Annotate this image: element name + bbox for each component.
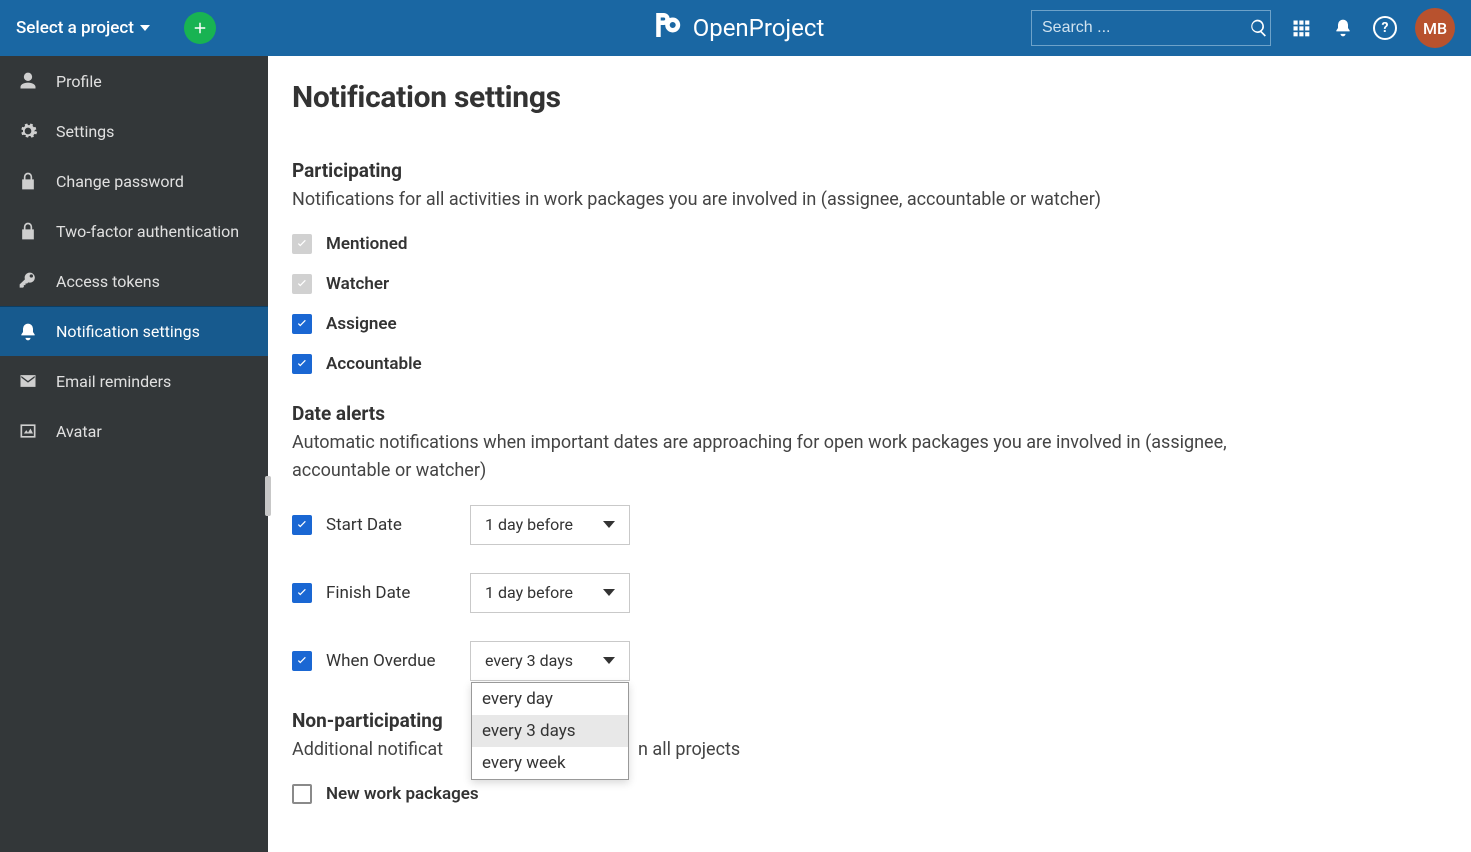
section-participating: Participating Notifications for all acti…	[292, 159, 1447, 374]
user-icon	[18, 71, 38, 91]
sidebar-item-email-reminders[interactable]: Email reminders	[0, 356, 268, 406]
check-row-assignee: Assignee	[292, 314, 1447, 334]
brand-text: OpenProject	[693, 14, 825, 42]
checkbox	[292, 234, 312, 254]
check-label: Assignee	[326, 314, 397, 334]
sidebar-item-label: Access tokens	[56, 272, 160, 291]
gears-icon	[18, 121, 38, 141]
select-finish-date[interactable]: 1 day before	[470, 573, 630, 613]
plus-icon	[191, 19, 209, 37]
sidebar-item-access-tokens[interactable]: Access tokens	[0, 256, 268, 306]
caret-down-icon	[603, 589, 615, 596]
check-label: Watcher	[326, 274, 389, 294]
brand-logo-icon	[647, 7, 683, 49]
sidebar-item-avatar[interactable]: Avatar	[0, 406, 268, 456]
checkbox[interactable]	[292, 354, 312, 374]
sidebar: Profile Settings Change password Two-factor…	[0, 56, 268, 852]
brand: OpenProject	[647, 7, 825, 49]
bell-icon[interactable]	[1331, 16, 1355, 40]
date-label: When Overdue	[326, 651, 456, 671]
non-participating-desc: Additional notifications for work packag…	[292, 736, 1252, 764]
date-alerts-heading: Date alerts	[292, 402, 1447, 425]
check-row-accountable: Accountable	[292, 354, 1447, 374]
participating-heading: Participating	[292, 159, 1447, 182]
caret-down-icon	[140, 25, 150, 31]
image-icon	[18, 421, 38, 441]
sidebar-item-label: Avatar	[56, 422, 102, 441]
project-selector-label: Select a project	[16, 18, 134, 38]
project-selector[interactable]: Select a project	[16, 18, 150, 38]
add-button[interactable]	[184, 12, 216, 44]
dropdown-when-overdue: every dayevery 3 daysevery week	[471, 682, 629, 780]
date-alerts-desc: Automatic notifications when important d…	[292, 429, 1252, 485]
sidebar-item-label: Two-factor authentication	[56, 222, 239, 241]
page-title: Notification settings	[292, 80, 1447, 115]
user-avatar[interactable]: MB	[1415, 8, 1455, 48]
select-value: 1 day before	[485, 583, 573, 602]
search-input[interactable]	[1042, 19, 1249, 37]
search-box[interactable]	[1031, 10, 1271, 46]
sidebar-item-label: Change password	[56, 172, 184, 191]
checkbox[interactable]	[292, 651, 312, 671]
non-participating-heading: Non-participating	[292, 709, 1447, 732]
search-icon[interactable]	[1249, 16, 1269, 40]
sidebar-item-label: Settings	[56, 122, 114, 141]
check-label: Accountable	[326, 354, 422, 374]
checkbox[interactable]	[292, 583, 312, 603]
sidebar-item-notification-settings[interactable]: Notification settings	[0, 306, 268, 356]
check-label: New work packages	[326, 784, 479, 804]
sidebar-item-settings[interactable]: Settings	[0, 106, 268, 156]
sidebar-resize-handle[interactable]	[265, 476, 271, 516]
caret-down-icon	[603, 657, 615, 664]
checkbox[interactable]	[292, 784, 312, 804]
check-row-watcher: Watcher	[292, 274, 1447, 294]
sidebar-item-change-password[interactable]: Change password	[0, 156, 268, 206]
option[interactable]: every 3 days	[472, 715, 628, 747]
avatar-initials: MB	[1423, 19, 1447, 38]
date-row-finish-date: Finish Date 1 day before	[292, 573, 1447, 613]
select-value: every 3 days	[485, 651, 573, 670]
checkbox[interactable]	[292, 314, 312, 334]
lock-icon	[18, 221, 38, 241]
option[interactable]: every week	[472, 747, 628, 779]
date-label: Start Date	[326, 515, 456, 535]
help-icon[interactable]: ?	[1373, 16, 1397, 40]
lock-icon	[18, 171, 38, 191]
date-row-start-date: Start Date 1 day before	[292, 505, 1447, 545]
select-value: 1 day before	[485, 515, 573, 534]
select-start-date[interactable]: 1 day before	[470, 505, 630, 545]
date-row-when-overdue: When Overdue every 3 daysevery dayevery 3…	[292, 641, 1447, 681]
sidebar-item-label: Email reminders	[56, 372, 171, 391]
sidebar-item-label: Profile	[56, 72, 102, 91]
option[interactable]: every day	[472, 683, 628, 715]
mail-icon	[18, 371, 38, 391]
sidebar-item-label: Notification settings	[56, 322, 200, 341]
key-icon	[18, 271, 38, 291]
check-row-new-wp: New work packages	[292, 784, 1447, 804]
date-label: Finish Date	[326, 583, 456, 603]
checkbox[interactable]	[292, 515, 312, 535]
grid-icon[interactable]	[1289, 16, 1313, 40]
check-label: Mentioned	[326, 234, 407, 254]
section-date-alerts: Date alerts Automatic notifications when…	[292, 402, 1447, 681]
caret-down-icon	[603, 521, 615, 528]
select-when-overdue[interactable]: every 3 daysevery dayevery 3 daysevery w…	[470, 641, 630, 681]
sidebar-item-two-factor[interactable]: Two-factor authentication	[0, 206, 268, 256]
sidebar-item-profile[interactable]: Profile	[0, 56, 268, 106]
section-non-participating: Non-participating Additional notificatio…	[292, 709, 1447, 804]
bell-icon	[18, 322, 38, 342]
check-row-mentioned: Mentioned	[292, 234, 1447, 254]
participating-desc: Notifications for all activities in work…	[292, 186, 1252, 214]
checkbox	[292, 274, 312, 294]
top-bar: Select a project OpenProject ? MB	[0, 0, 1471, 56]
content-area: Notification settings Participating Noti…	[268, 56, 1471, 852]
